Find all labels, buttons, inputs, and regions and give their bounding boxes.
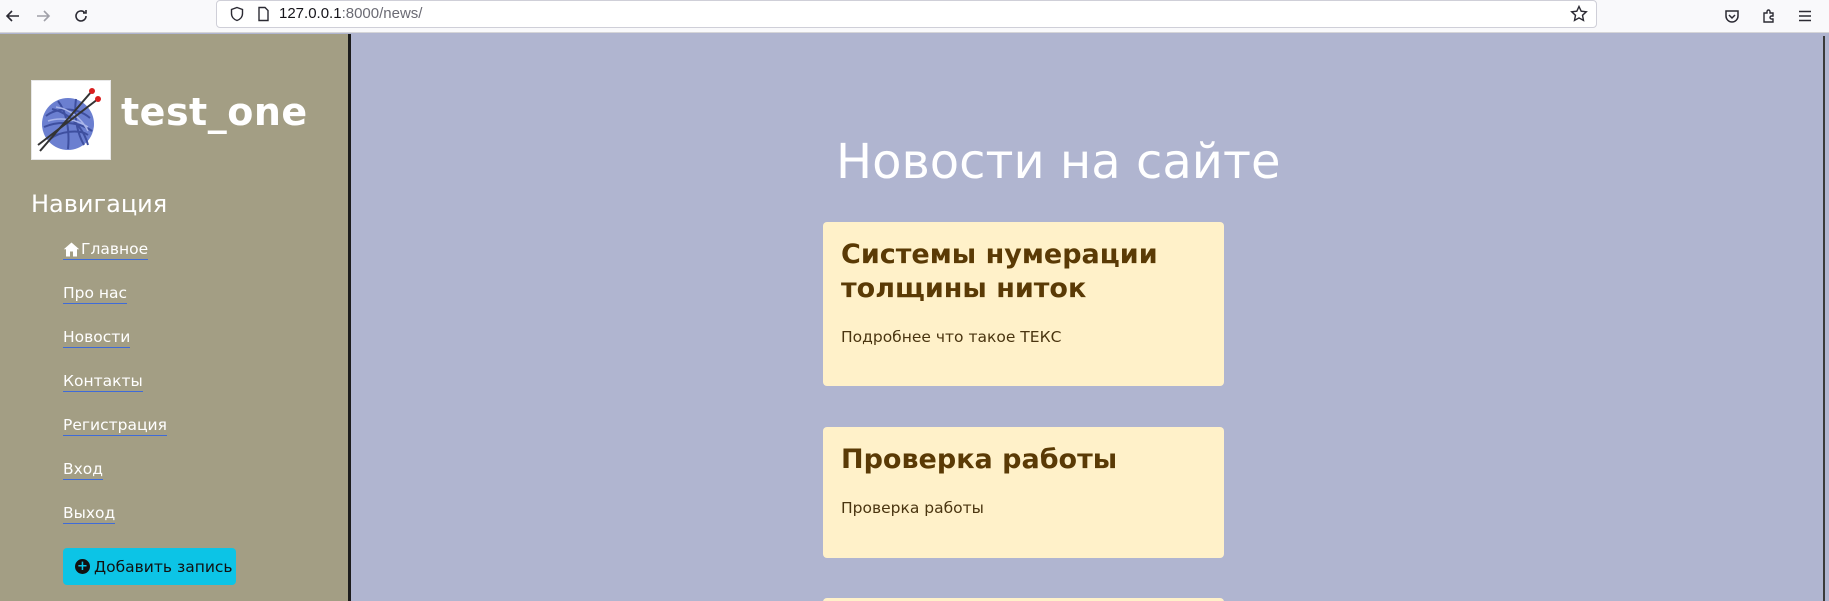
nav-link-news[interactable]: Новости — [63, 328, 131, 348]
yarn-ball-logo-icon — [37, 88, 101, 152]
nav-link-contacts[interactable]: Контакты — [63, 372, 143, 392]
sidebar: test_one Навигация Главное Про нас Новос… — [0, 34, 351, 601]
add-post-label: Добавить запись — [94, 557, 233, 576]
reload-icon[interactable] — [68, 3, 94, 29]
news-card: Системы нумерации толщины ниток Подробне… — [823, 222, 1224, 386]
nav-item-register: Регистрация — [63, 416, 167, 460]
pocket-icon[interactable] — [1719, 3, 1745, 29]
plus-circle-icon: + — [75, 559, 90, 574]
nav-item-about: Про нас — [63, 284, 167, 328]
news-card-text: Подробнее что такое ТЕКС — [841, 328, 1062, 346]
nav-item-contacts: Контакты — [63, 372, 167, 416]
nav-link-login[interactable]: Вход — [63, 460, 104, 480]
nav-label-home: Главное — [81, 240, 149, 258]
add-post-button[interactable]: + Добавить запись — [63, 548, 236, 585]
news-card-title-link[interactable]: Системы нумерации толщины ниток — [841, 238, 1206, 306]
nav-link-logout[interactable]: Выход — [63, 504, 116, 524]
nav-item-login: Вход — [63, 460, 167, 504]
nav-item-news: Новости — [63, 328, 167, 372]
home-icon — [63, 242, 80, 256]
news-card-title-link[interactable]: Проверка работы — [841, 443, 1206, 477]
page-title: Новости на сайте — [836, 134, 1281, 190]
back-arrow-icon[interactable] — [0, 3, 26, 29]
news-card-text: Проверка работы — [841, 499, 984, 517]
nav-heading: Навигация — [31, 190, 168, 218]
nav-item-home: Главное — [63, 240, 167, 284]
nav-list: Главное Про нас Новости Контакты Регистр… — [63, 240, 167, 548]
forward-arrow-icon[interactable] — [30, 3, 56, 29]
nav-link-about[interactable]: Про нас — [63, 284, 128, 304]
site-logo[interactable] — [31, 80, 111, 160]
page-scrollbar[interactable] — [1819, 34, 1829, 601]
news-card: Проверка работы Проверка работы — [823, 427, 1224, 558]
site-name[interactable]: test_one — [121, 90, 308, 134]
nav-item-logout: Выход — [63, 504, 167, 548]
nav-link-register[interactable]: Регистрация — [63, 416, 167, 436]
page-info-icon[interactable] — [255, 6, 271, 22]
url-text[interactable]: 127.0.0.1:8000/news/ — [279, 5, 422, 22]
tracking-shield-icon[interactable] — [229, 6, 245, 22]
nav-link-home[interactable]: Главное — [63, 240, 149, 260]
news-card-title: Проверка работы — [841, 444, 1118, 475]
menu-hamburger-icon[interactable] — [1792, 3, 1818, 29]
url-bar[interactable]: 127.0.0.1:8000/news/ — [216, 0, 1597, 28]
browser-toolbar: 127.0.0.1:8000/news/ — [0, 0, 1829, 33]
news-card-title: Системы нумерации толщины ниток — [841, 239, 1158, 304]
bookmark-star-icon[interactable] — [1570, 5, 1588, 23]
scrollbar-thumb[interactable] — [1823, 36, 1825, 601]
extensions-icon[interactable] — [1756, 3, 1782, 29]
